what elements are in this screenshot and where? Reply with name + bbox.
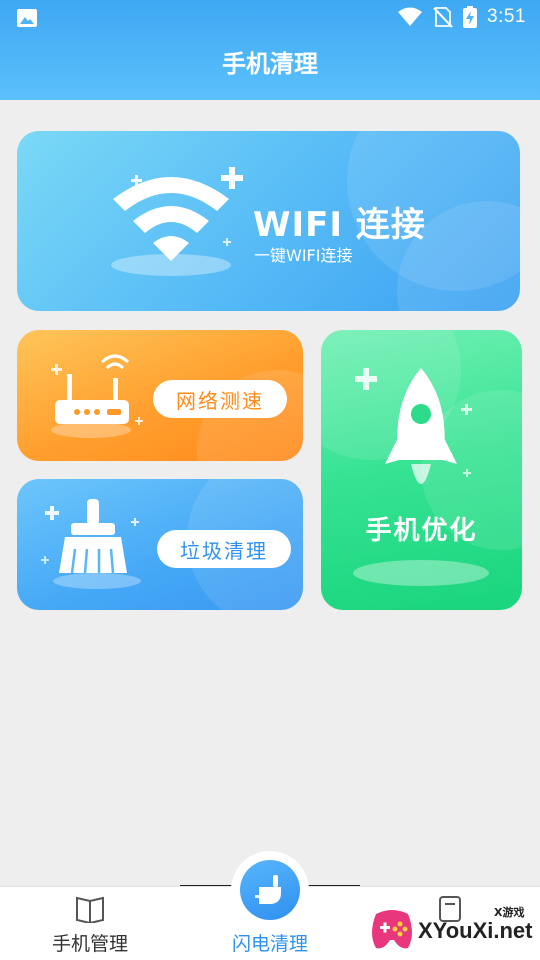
app-header: 3:51 手机清理	[0, 0, 540, 100]
network-speed-label: 网络测速	[153, 380, 287, 418]
rocket-icon	[355, 368, 472, 484]
nav-label-phone-manage: 手机管理	[51, 933, 128, 955]
wifi-signal-icon	[398, 7, 423, 26]
nav-label-flash-clean: 闪电清理	[231, 933, 308, 955]
no-sim-icon	[433, 7, 453, 28]
watermark: X游戏 XYouXi.net	[366, 900, 536, 956]
status-time: 3:51	[487, 6, 526, 27]
gamepad-logo-icon	[372, 910, 412, 949]
broom-icon	[255, 875, 281, 904]
watermark-text: XYouXi.net	[418, 918, 533, 943]
status-bar: 3:51	[0, 0, 540, 36]
junk-clean-label: 垃圾清理	[157, 530, 291, 568]
nav-phone-manage[interactable]: 手机管理	[0, 887, 180, 960]
platform-shadow	[353, 560, 489, 586]
phone-optimize-label: 手机优化	[365, 516, 478, 546]
router-icon	[51, 354, 143, 438]
image-notification-icon	[17, 9, 37, 27]
wifi-card-title: WIFI 连接	[253, 205, 426, 245]
broom-icon	[41, 499, 141, 589]
page-title: 手机清理	[222, 50, 318, 78]
junk-clean-card[interactable]: 垃圾清理	[17, 479, 303, 610]
wifi-icon	[111, 167, 243, 276]
flash-clean-button[interactable]	[240, 860, 300, 920]
network-speed-card[interactable]: 网络测速	[17, 330, 303, 461]
phone-optimize-card[interactable]: 手机优化	[321, 330, 522, 610]
wifi-card-subtitle: 一键WIFI连接	[254, 246, 353, 265]
book-icon	[76, 896, 104, 923]
wifi-connect-card[interactable]: WIFI 连接 一键WIFI连接	[17, 131, 520, 311]
battery-charging-icon	[463, 6, 478, 28]
